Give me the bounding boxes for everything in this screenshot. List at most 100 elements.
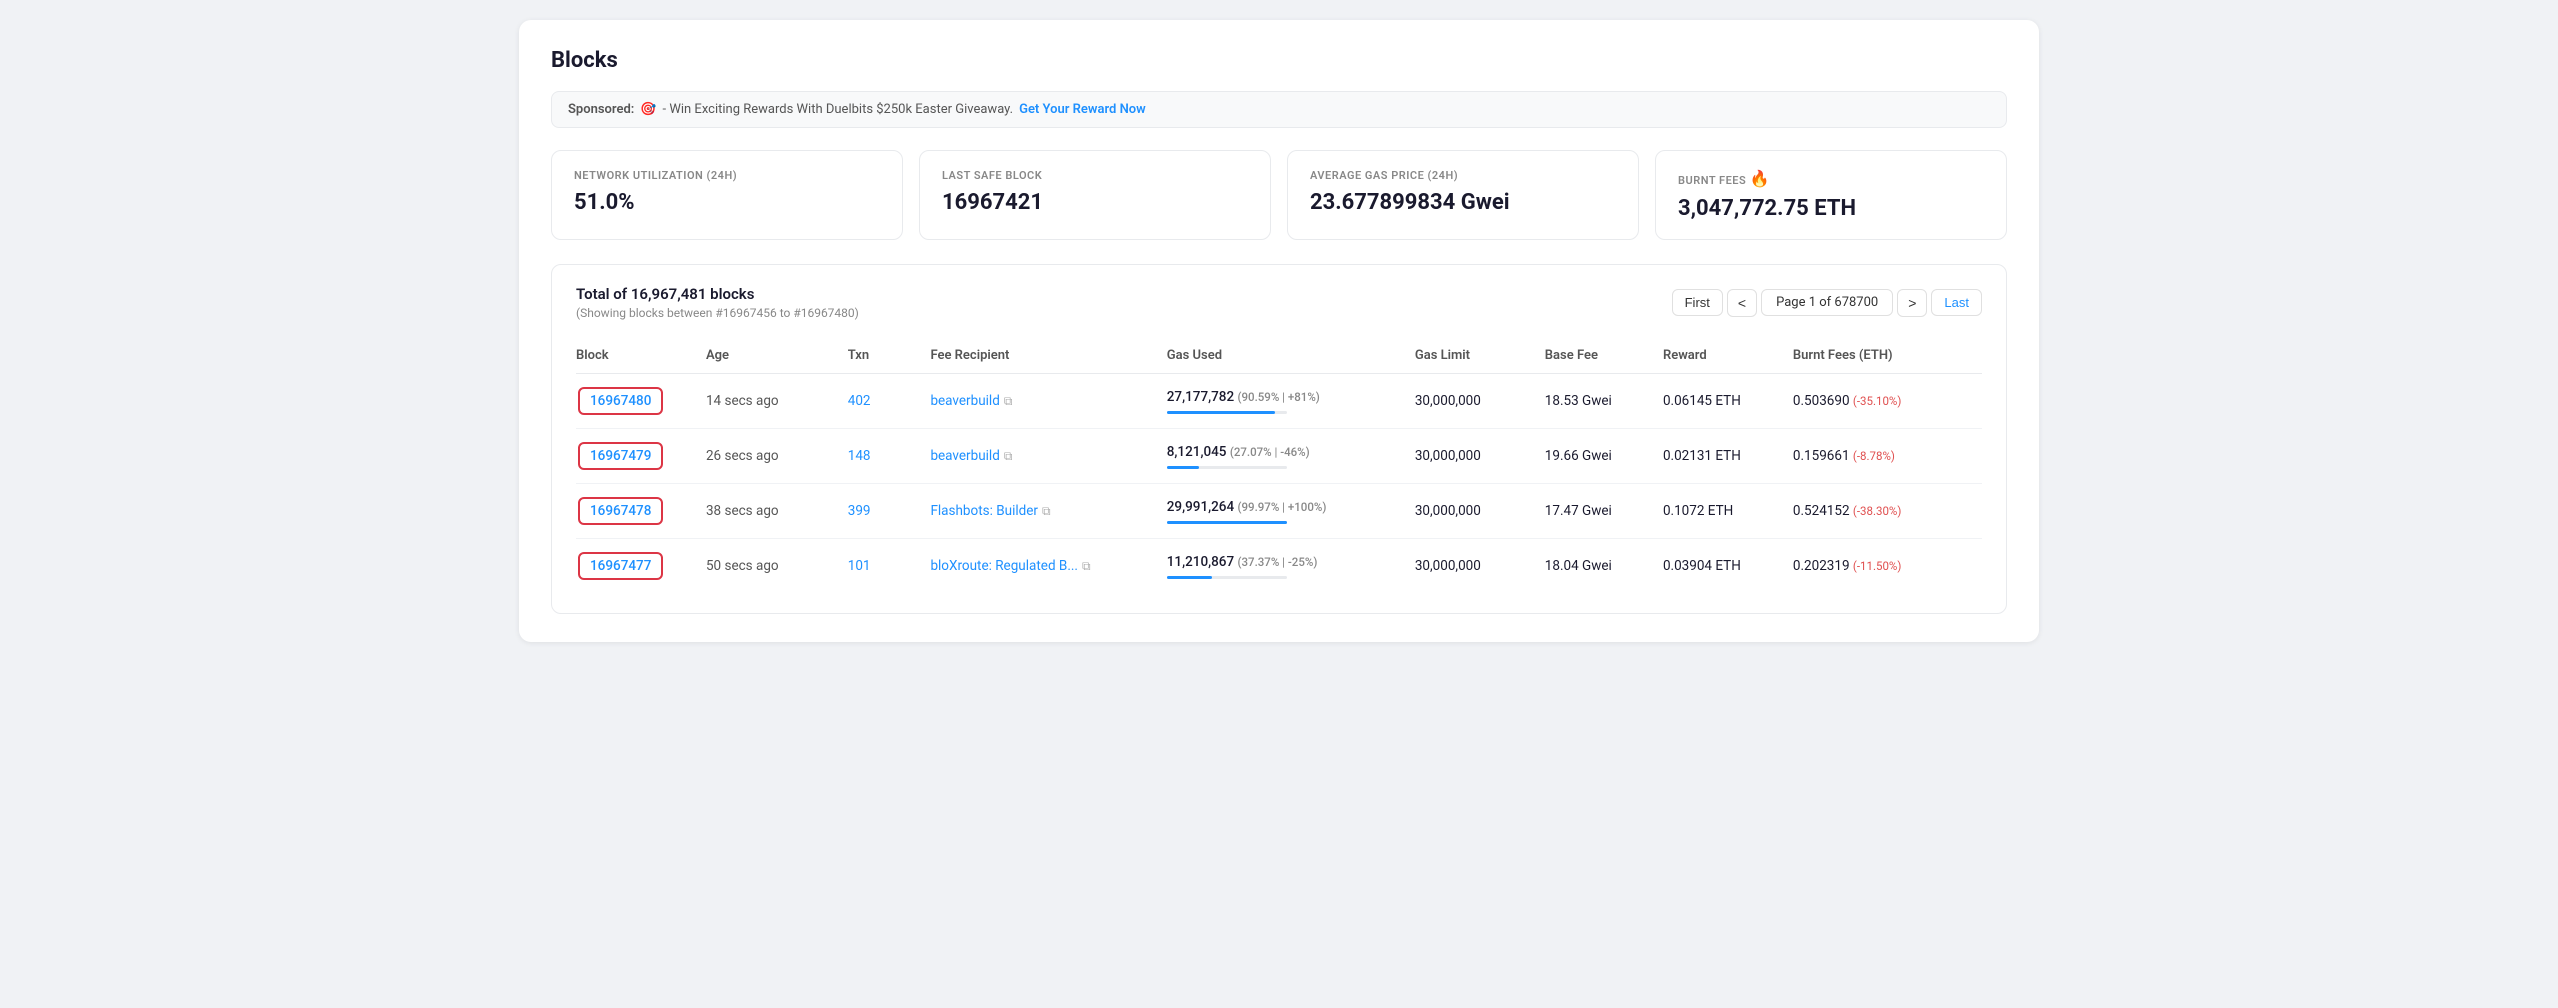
gas-used-cell: 11,210,867 (37.37% | -25%) <box>1167 539 1415 594</box>
fee-recipient-link[interactable]: beaverbuild <box>930 448 999 464</box>
gas-used-cell: 27,177,782 (90.59% | +81%) <box>1167 374 1415 429</box>
fee-recipient-cell: beaverbuild ⧉ <box>930 374 1166 429</box>
col-header-gas-limit: Gas Limit <box>1415 338 1545 374</box>
sponsored-cta-link[interactable]: Get Your Reward Now <box>1019 102 1146 117</box>
burnt-fees-value: 0.524152 <box>1793 503 1853 519</box>
stat-card-network: NETWORK UTILIZATION (24H) 51.0% <box>551 150 903 240</box>
reward-cell: 0.1072 ETH <box>1663 484 1793 539</box>
block-age: 38 secs ago <box>706 484 848 539</box>
block-age: 26 secs ago <box>706 429 848 484</box>
stat-value-burnt-fees: 3,047,772.75 ETH <box>1678 196 1984 221</box>
burnt-fees-change: (-38.30%) <box>1853 504 1901 518</box>
copy-icon[interactable]: ⧉ <box>1004 394 1013 409</box>
fire-icon: 🔥 <box>1749 169 1769 188</box>
stat-label-gas-price: AVERAGE GAS PRICE (24H) <box>1310 169 1616 182</box>
copy-icon[interactable]: ⧉ <box>1004 449 1013 464</box>
col-header-burnt-fees: Burnt Fees (ETH) <box>1793 338 1982 374</box>
block-txn-count[interactable]: 402 <box>848 374 931 429</box>
block-number-link[interactable]: 16967478 <box>578 497 663 525</box>
fee-recipient-link[interactable]: Flashbots: Builder <box>930 503 1038 519</box>
block-txn-count[interactable]: 148 <box>848 429 931 484</box>
gas-limit-cell: 30,000,000 <box>1415 539 1545 594</box>
fee-recipient-cell: bloXroute: Regulated B... ⧉ <box>930 539 1166 594</box>
gas-used-main: 8,121,045 (27.07% | -46%) <box>1167 444 1405 460</box>
txn-link[interactable]: 101 <box>848 558 871 574</box>
burnt-fees-cell: 0.202319 (-11.50%) <box>1793 539 1982 594</box>
burnt-fees-cell: 0.503690 (-35.10%) <box>1793 374 1982 429</box>
gas-bar-track <box>1167 576 1287 579</box>
block-txn-count[interactable]: 399 <box>848 484 931 539</box>
block-number-link[interactable]: 16967479 <box>578 442 663 470</box>
prev-page-button[interactable]: < <box>1727 289 1757 317</box>
showing-range-text: (Showing blocks between #16967456 to #16… <box>576 306 859 320</box>
gas-used-main: 27,177,782 (90.59% | +81%) <box>1167 389 1405 405</box>
reward-cell: 0.02131 ETH <box>1663 429 1793 484</box>
reward-cell: 0.03904 ETH <box>1663 539 1793 594</box>
gas-used-cell: 8,121,045 (27.07% | -46%) <box>1167 429 1415 484</box>
gas-bar-track <box>1167 411 1287 414</box>
table-row: 1696747750 secs ago101bloXroute: Regulat… <box>576 539 1982 594</box>
stats-grid: NETWORK UTILIZATION (24H) 51.0% LAST SAF… <box>551 150 2007 240</box>
stat-value-gas-price: 23.677899834 Gwei <box>1310 190 1616 215</box>
stat-label-last-safe: LAST SAFE BLOCK <box>942 169 1248 182</box>
gas-used-main: 29,991,264 (99.97% | +100%) <box>1167 499 1405 515</box>
col-header-fee-recipient: Fee Recipient <box>930 338 1166 374</box>
gas-bar-track <box>1167 521 1287 524</box>
col-header-txn: Txn <box>848 338 931 374</box>
burnt-fees-change: (-35.10%) <box>1853 394 1901 408</box>
txn-link[interactable]: 402 <box>848 393 871 409</box>
fee-recipient-link[interactable]: bloXroute: Regulated B... <box>930 558 1078 574</box>
fee-recipient-link[interactable]: beaverbuild <box>930 393 999 409</box>
stat-card-burnt-fees: BURNT FEES 🔥 3,047,772.75 ETH <box>1655 150 2007 240</box>
base-fee-cell: 17.47 Gwei <box>1545 484 1663 539</box>
block-number-cell: 16967478 <box>576 484 706 539</box>
gas-used-sub: (99.97% | +100%) <box>1238 500 1327 514</box>
total-blocks-text: Total of 16,967,481 blocks <box>576 285 859 303</box>
stat-card-last-safe: LAST SAFE BLOCK 16967421 <box>919 150 1271 240</box>
table-section: Total of 16,967,481 blocks (Showing bloc… <box>551 264 2007 614</box>
stat-card-gas-price: AVERAGE GAS PRICE (24H) 23.677899834 Gwe… <box>1287 150 1639 240</box>
gas-used-sub: (90.59% | +81%) <box>1238 390 1320 404</box>
gas-used-sub: (37.37% | -25%) <box>1238 555 1318 569</box>
col-header-block: Block <box>576 338 706 374</box>
txn-link[interactable]: 399 <box>848 503 871 519</box>
sponsored-text: - Win Exciting Rewards With Duelbits $25… <box>663 102 1014 117</box>
stat-value-last-safe: 16967421 <box>942 190 1248 215</box>
burnt-fees-cell: 0.524152 (-38.30%) <box>1793 484 1982 539</box>
sponsored-icon: 🎯 <box>640 102 656 117</box>
table-row: 1696748014 secs ago402beaverbuild⧉27,177… <box>576 374 1982 429</box>
fee-recipient-cell: Flashbots: Builder ⧉ <box>930 484 1166 539</box>
table-info: Total of 16,967,481 blocks (Showing bloc… <box>576 285 859 320</box>
block-number-link[interactable]: 16967480 <box>578 387 663 415</box>
page-info: Page 1 of 678700 <box>1761 289 1893 316</box>
burnt-fees-cell: 0.159661 (-8.78%) <box>1793 429 1982 484</box>
block-number-cell: 16967477 <box>576 539 706 594</box>
block-txn-count[interactable]: 101 <box>848 539 931 594</box>
blocks-table: Block Age Txn Fee Recipient Gas Used Gas… <box>576 338 1982 593</box>
first-page-button[interactable]: First <box>1672 289 1723 316</box>
copy-icon[interactable]: ⧉ <box>1042 504 1051 519</box>
main-container: Blocks Sponsored: 🎯 - Win Exciting Rewar… <box>519 20 2039 642</box>
next-page-button[interactable]: > <box>1897 289 1927 317</box>
gas-limit-cell: 30,000,000 <box>1415 374 1545 429</box>
burnt-fees-value: 0.159661 <box>1793 448 1853 464</box>
fee-recipient-cell: beaverbuild ⧉ <box>930 429 1166 484</box>
gas-bar-fill <box>1167 466 1199 469</box>
block-number-link[interactable]: 16967477 <box>578 552 663 580</box>
base-fee-cell: 18.04 Gwei <box>1545 539 1663 594</box>
stat-label-burnt-fees: BURNT FEES 🔥 <box>1678 169 1984 188</box>
last-page-button[interactable]: Last <box>1931 289 1982 316</box>
gas-used-sub: (27.07% | -46%) <box>1230 445 1310 459</box>
gas-limit-cell: 30,000,000 <box>1415 429 1545 484</box>
burnt-fees-value: 0.202319 <box>1793 558 1853 574</box>
sponsored-bar: Sponsored: 🎯 - Win Exciting Rewards With… <box>551 91 2007 128</box>
gas-limit-cell: 30,000,000 <box>1415 484 1545 539</box>
reward-cell: 0.06145 ETH <box>1663 374 1793 429</box>
burnt-fees-change: (-8.78%) <box>1853 449 1895 463</box>
txn-link[interactable]: 148 <box>848 448 871 464</box>
col-header-gas-used: Gas Used <box>1167 338 1415 374</box>
copy-icon[interactable]: ⧉ <box>1082 559 1091 574</box>
gas-bar-fill <box>1167 576 1212 579</box>
table-header-row: Total of 16,967,481 blocks (Showing bloc… <box>576 285 1982 320</box>
burnt-fees-change: (-11.50%) <box>1853 559 1901 573</box>
